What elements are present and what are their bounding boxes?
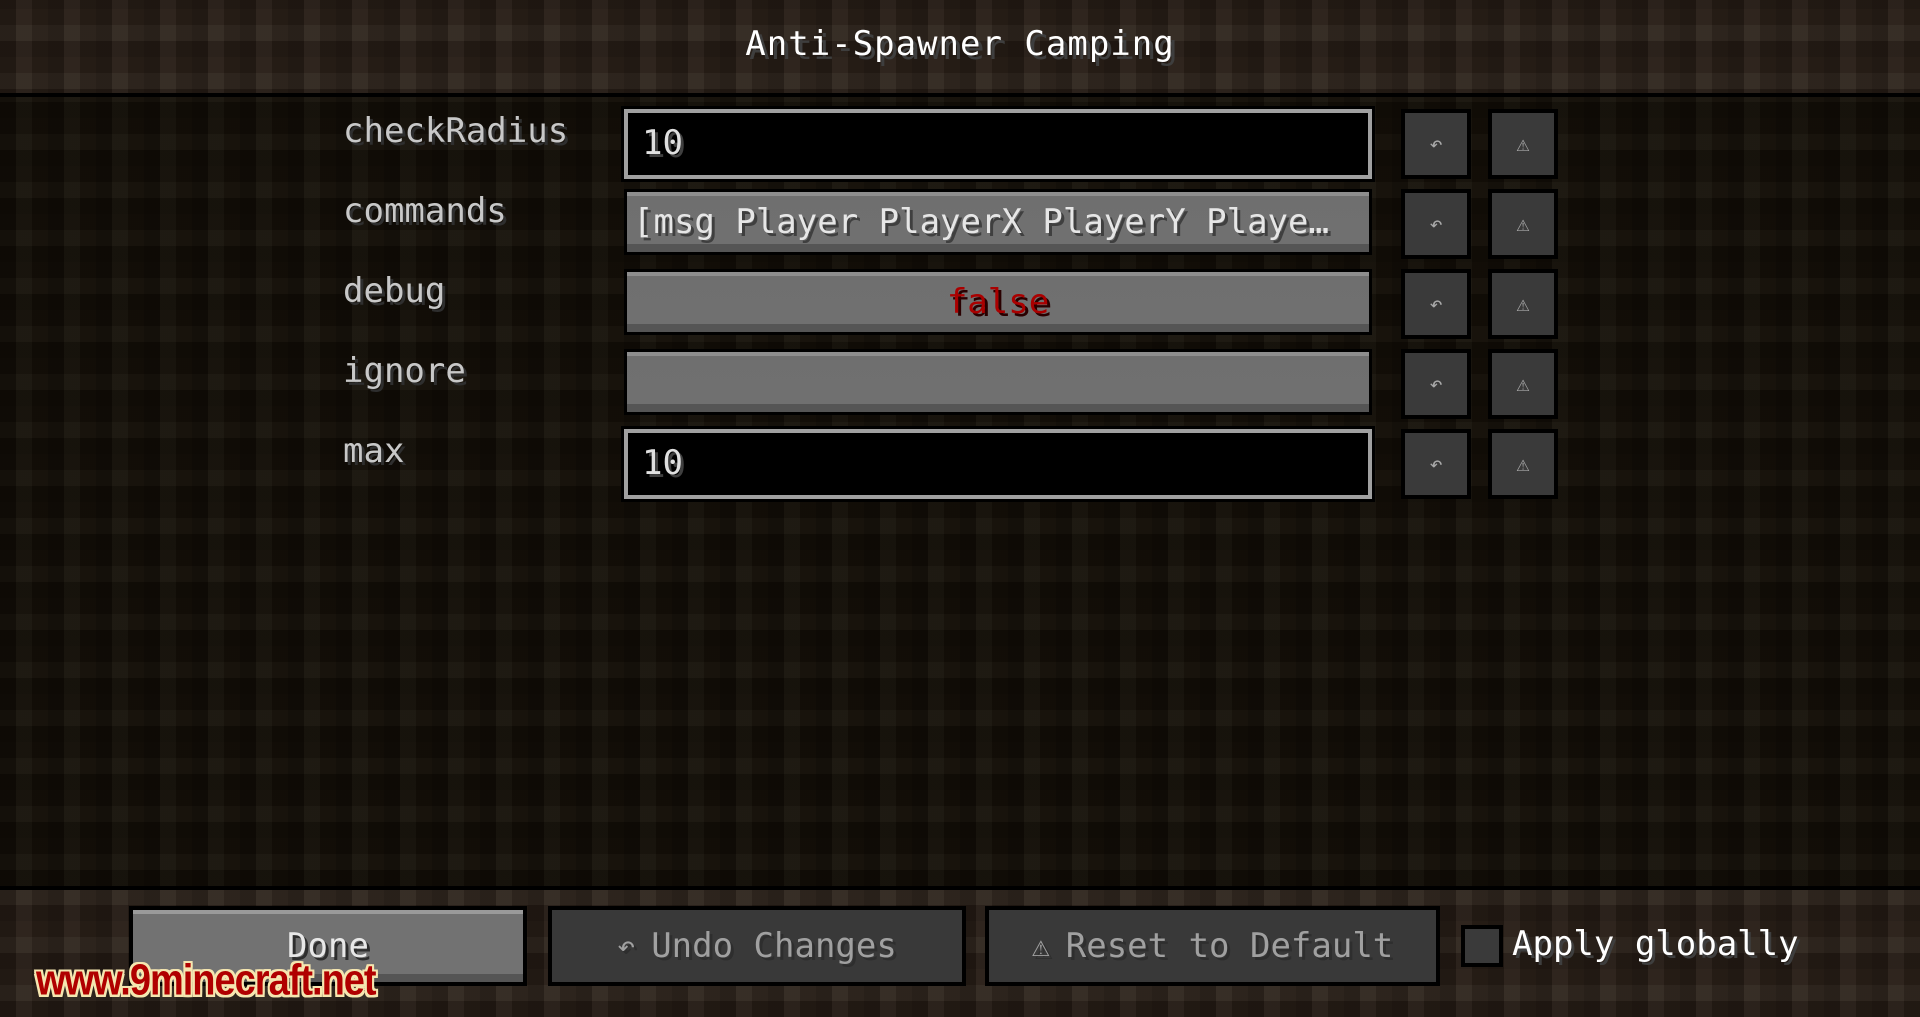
entry-label: ignore <box>343 351 466 391</box>
entry-label: max <box>343 431 405 471</box>
reset-icon: ⚠ <box>1031 928 1050 964</box>
commands-list-button[interactable]: [msg Player PlayerX PlayerY Playe… <box>624 189 1372 255</box>
config-row-debug: debug false ↶ ⚠ <box>0 257 1920 339</box>
reset-entry-button[interactable]: ⚠ <box>1488 109 1558 179</box>
undo-entry-button[interactable]: ↶ <box>1401 429 1471 499</box>
max-input[interactable]: 10 <box>621 426 1375 502</box>
header: Anti-Spawner Camping <box>0 0 1920 93</box>
undo-icon: ↶ <box>1429 291 1443 317</box>
reset-icon: ⚠ <box>1516 451 1530 477</box>
screen-title: Anti-Spawner Camping <box>745 24 1175 64</box>
reset-icon: ⚠ <box>1516 371 1530 397</box>
undo-entry-button[interactable]: ↶ <box>1401 269 1471 339</box>
entry-label: commands <box>343 191 507 231</box>
reset-entry-button[interactable]: ⚠ <box>1488 349 1558 419</box>
config-row-ignore: ignore ↶ ⚠ <box>0 337 1920 419</box>
reset-icon: ⚠ <box>1516 291 1530 317</box>
reset-to-default-button[interactable]: ⚠ Reset to Default <box>985 906 1440 986</box>
reset-entry-button[interactable]: ⚠ <box>1488 429 1558 499</box>
entry-label: checkRadius <box>343 111 569 151</box>
ignore-list-button[interactable] <box>624 349 1372 415</box>
config-row-max: max 10 ↶ ⚠ <box>0 417 1920 502</box>
checkradius-input[interactable]: 10 <box>621 106 1375 182</box>
watermark: www.9minecraft.net <box>36 956 377 1006</box>
config-row-checkradius: checkRadius 10 ↶ ⚠ <box>0 97 1920 182</box>
config-entry-list[interactable]: checkRadius 10 ↶ ⚠ commands [msg Player … <box>0 93 1920 890</box>
commands-value: [msg Player PlayerX PlayerY Playe… <box>633 202 1329 242</box>
undo-icon: ↶ <box>1429 131 1443 157</box>
apply-globally-label[interactable]: Apply globally <box>1512 924 1799 964</box>
apply-globally-checkbox[interactable] <box>1461 925 1503 967</box>
undo-icon: ↶ <box>617 928 636 964</box>
undo-entry-button[interactable]: ↶ <box>1401 109 1471 179</box>
undo-changes-button[interactable]: ↶ Undo Changes <box>548 906 966 986</box>
reset-icon: ⚠ <box>1516 211 1530 237</box>
reset-to-default-label: Reset to Default <box>1065 926 1394 966</box>
undo-entry-button[interactable]: ↶ <box>1401 189 1471 259</box>
config-row-commands: commands [msg Player PlayerX PlayerY Pla… <box>0 177 1920 259</box>
undo-changes-label: Undo Changes <box>651 926 897 966</box>
entry-label: debug <box>343 271 446 311</box>
reset-entry-button[interactable]: ⚠ <box>1488 189 1558 259</box>
undo-entry-button[interactable]: ↶ <box>1401 349 1471 419</box>
debug-value: false <box>946 282 1050 322</box>
reset-entry-button[interactable]: ⚠ <box>1488 269 1558 339</box>
undo-icon: ↶ <box>1429 371 1443 397</box>
footer-bar: Done ↶ Undo Changes ⚠ Reset to Default A… <box>0 890 1920 1017</box>
reset-icon: ⚠ <box>1516 131 1530 157</box>
undo-icon: ↶ <box>1429 451 1443 477</box>
undo-icon: ↶ <box>1429 211 1443 237</box>
debug-toggle-button[interactable]: false <box>624 269 1372 335</box>
